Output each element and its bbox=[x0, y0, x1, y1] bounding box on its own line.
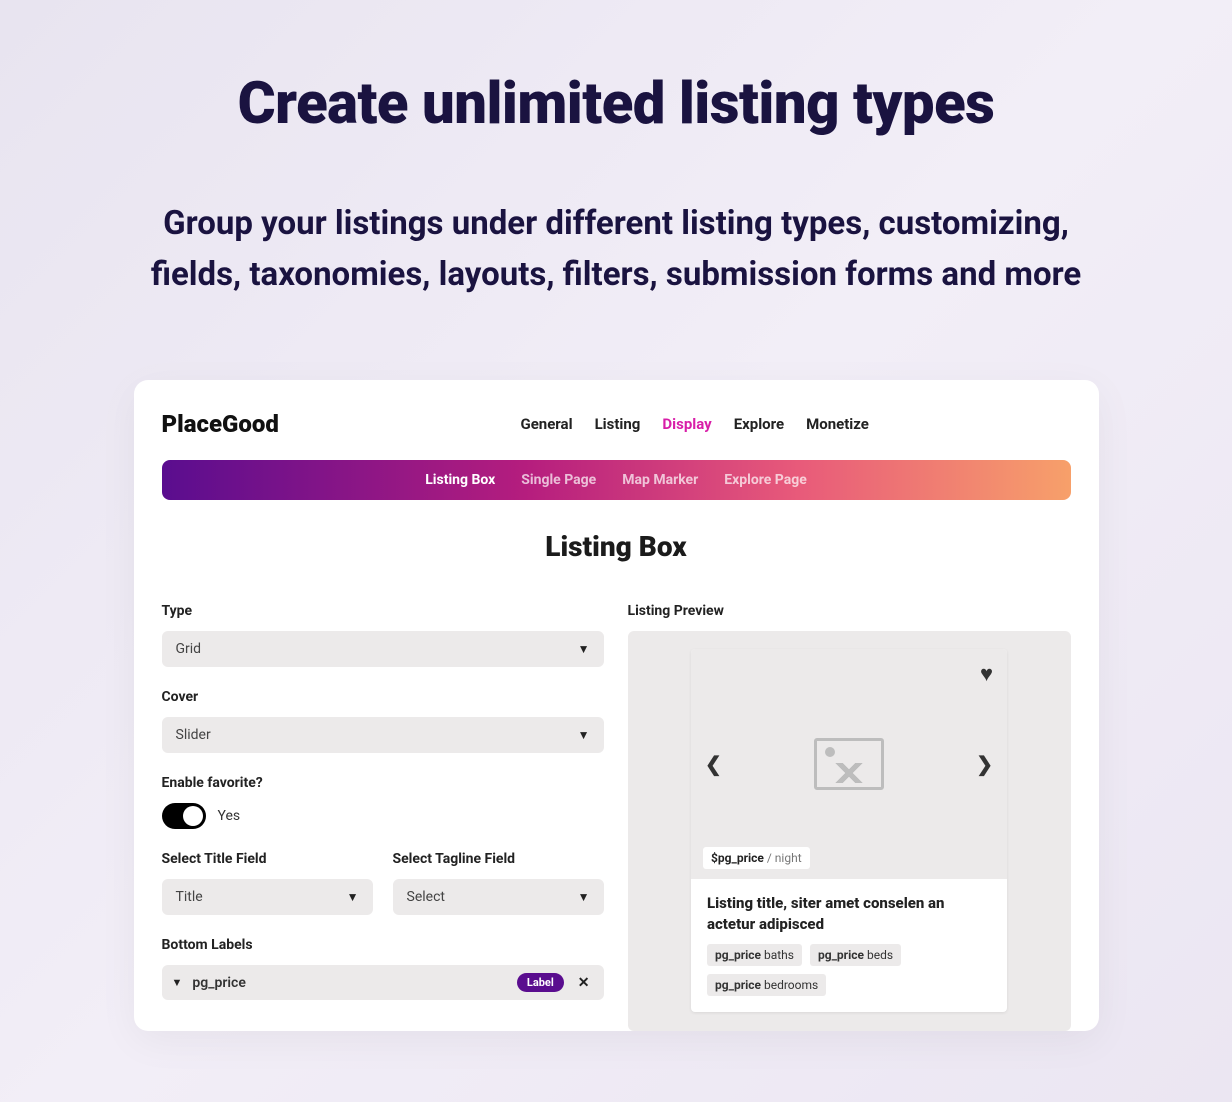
subtab-map-marker[interactable]: Map Marker bbox=[622, 472, 698, 488]
top-nav: General Listing Display Explore Monetize bbox=[520, 415, 868, 433]
chevron-down-icon: ▼ bbox=[578, 728, 590, 742]
cover-select[interactable]: Slider ▼ bbox=[162, 717, 604, 753]
toggle-knob bbox=[183, 806, 203, 826]
price-suffix: / night bbox=[764, 851, 802, 865]
subtabs: Listing Box Single Page Map Marker Explore … bbox=[162, 460, 1071, 500]
favorite-label: Enable favorite? bbox=[162, 775, 604, 791]
settings-card: PlaceGood General Listing Display Explore Mo… bbox=[134, 380, 1099, 1031]
cover-label: Cover bbox=[162, 689, 604, 705]
preview-image-area: ♥ ❮ ❯ $pg_price / night bbox=[691, 649, 1007, 879]
type-select[interactable]: Grid ▼ bbox=[162, 631, 604, 667]
heart-icon[interactable]: ♥ bbox=[980, 661, 993, 687]
top-nav-explore[interactable]: Explore bbox=[734, 415, 784, 433]
hero-subtitle: Group your listings under different list… bbox=[136, 198, 1096, 300]
tagline-field-select[interactable]: Select ▼ bbox=[393, 879, 604, 915]
top-nav-display[interactable]: Display bbox=[662, 415, 711, 433]
bottom-labels-label: Bottom Labels bbox=[162, 937, 604, 953]
cover-select-value: Slider bbox=[176, 727, 211, 743]
preview-listing-title: Listing title, siter amet conselen an ac… bbox=[707, 893, 991, 934]
section-title: Listing Box bbox=[162, 530, 1071, 563]
subtab-single-page[interactable]: Single Page bbox=[521, 472, 596, 488]
subtab-explore-page[interactable]: Explore Page bbox=[724, 472, 807, 488]
tagline-field-label: Select Tagline Field bbox=[393, 851, 604, 867]
favorite-value: Yes bbox=[218, 808, 241, 824]
preview-chips: pg_price baths pg_price beds pg_price bedr… bbox=[707, 944, 991, 996]
preview-chip: pg_price beds bbox=[810, 944, 901, 966]
top-nav-monetize[interactable]: Monetize bbox=[806, 415, 869, 433]
type-label: Type bbox=[162, 603, 604, 619]
prev-arrow-icon[interactable]: ❮ bbox=[705, 752, 722, 776]
preview-box: ♥ ❮ ❯ $pg_price / night Listing title, s… bbox=[628, 631, 1071, 1031]
chevron-down-icon: ▼ bbox=[347, 890, 359, 904]
top-nav-general[interactable]: General bbox=[520, 415, 572, 433]
next-arrow-icon[interactable]: ❯ bbox=[976, 752, 993, 776]
title-field-label: Select Title Field bbox=[162, 851, 373, 867]
preview-chip: pg_price bedrooms bbox=[707, 974, 826, 996]
chevron-down-icon: ▼ bbox=[578, 642, 590, 656]
hero-title: Create unlimited listing types bbox=[0, 70, 1232, 138]
bottom-label-item[interactable]: ▼ pg_price Label ✕ bbox=[162, 965, 604, 1000]
price-tag: $pg_price / night bbox=[703, 847, 810, 869]
type-select-value: Grid bbox=[176, 641, 202, 657]
preview-chip: pg_price baths bbox=[707, 944, 802, 966]
bottom-label-text: pg_price bbox=[192, 975, 506, 991]
brand-logo: PlaceGood bbox=[162, 410, 279, 438]
chevron-down-icon: ▼ bbox=[578, 890, 590, 904]
subtab-listing-box[interactable]: Listing Box bbox=[425, 472, 495, 488]
close-icon[interactable]: ✕ bbox=[574, 975, 594, 991]
price-prefix: $pg_price bbox=[711, 851, 764, 865]
image-placeholder-icon bbox=[814, 738, 884, 790]
preview-card: ♥ ❮ ❯ $pg_price / night Listing title, s… bbox=[691, 649, 1007, 1012]
title-field-select[interactable]: Title ▼ bbox=[162, 879, 373, 915]
top-nav-listing[interactable]: Listing bbox=[595, 415, 641, 433]
title-field-value: Title bbox=[176, 889, 203, 905]
label-badge: Label bbox=[517, 973, 564, 992]
favorite-toggle[interactable] bbox=[162, 803, 206, 829]
tagline-field-value: Select bbox=[407, 889, 445, 905]
chevron-down-icon: ▼ bbox=[172, 976, 183, 989]
preview-label: Listing Preview bbox=[628, 603, 1071, 619]
